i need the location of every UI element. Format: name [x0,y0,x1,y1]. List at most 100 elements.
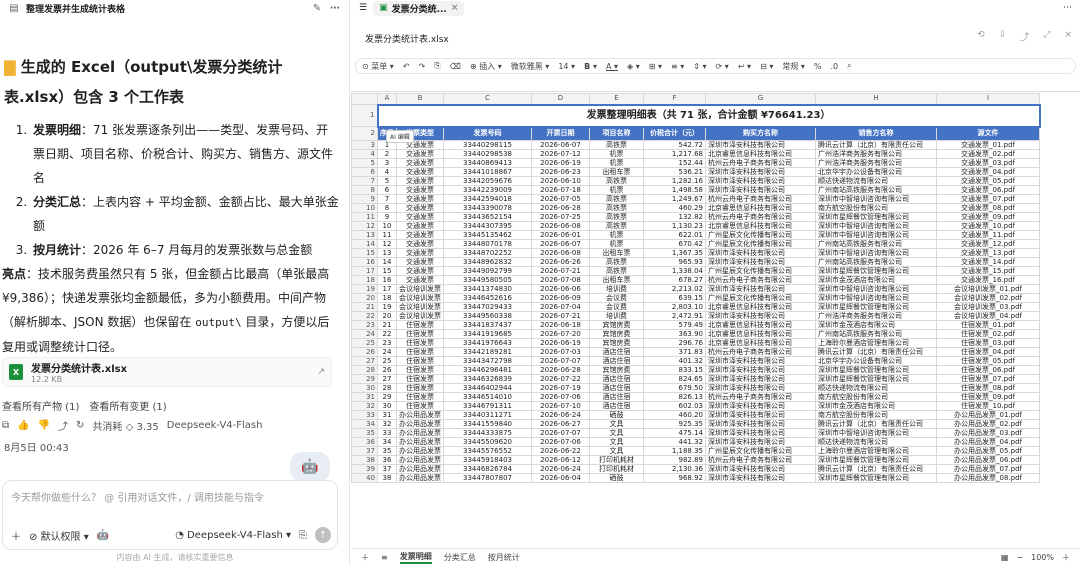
table-cell[interactable]: 深圳市泽安科技有限公司 [705,167,816,177]
table-cell[interactable]: 2026-07-19 [531,383,590,393]
row-header[interactable]: 18 [351,275,378,285]
row-header[interactable]: 29 [351,374,378,384]
table-cell[interactable]: 18 [377,293,397,303]
table-cell[interactable]: 高铁票 [589,266,644,276]
table-cell[interactable]: 机票 [589,230,644,240]
table-cell[interactable]: 371.83 [643,347,706,357]
table-cell[interactable]: 13 [377,248,397,258]
row-header[interactable]: 4 [351,149,378,159]
table-cell[interactable]: 542.72 [643,140,706,150]
table-cell[interactable]: 出租车票 [589,275,644,285]
table-cell[interactable]: 深圳市中智培训咨询有限公司 [815,194,937,204]
table-cell[interactable]: 33441976643 [443,338,532,348]
table-cell[interactable]: 办公用品发票 [396,446,444,456]
table-cell[interactable]: 2,213.02 [643,284,706,294]
view-icon[interactable]: ▦ [1001,553,1009,562]
row-header[interactable]: 3 [351,140,378,150]
merge-icon[interactable]: ⊟ ▾ [760,62,773,71]
table-cell[interactable]: 培训费 [589,311,644,321]
clear-format-icon[interactable]: ⌫ [450,62,461,71]
table-cell[interactable]: 交通发票 [396,158,444,168]
border-icon[interactable]: ⊞ ▾ [649,62,662,71]
row-header[interactable]: 23 [351,320,378,330]
table-cell[interactable]: 交通发票_10.pdf [936,221,1040,231]
table-cell[interactable]: 腾讯云计算（北京）有限责任公司 [815,464,937,474]
table-cell[interactable]: 579.49 [643,320,706,330]
table-cell[interactable]: 深圳市泽安科技有限公司 [705,464,816,474]
table-cell[interactable]: 33446826784 [443,464,532,474]
table-cell[interactable]: 1,130.23 [643,221,706,231]
chat-input-box[interactable]: 今天帮你做些什么？ @ 引用对话文件，/ 调用技能与指令 ＋ ⊘ 默认权限 ▾ … [2,480,338,550]
table-cell[interactable]: 2026-07-06 [531,437,590,447]
table-cell[interactable]: 交通发票_07.pdf [936,194,1040,204]
table-cell[interactable]: 会议培训发票 [396,284,444,294]
font-size-select[interactable]: 14 ▾ [558,62,575,71]
rotate-text-icon[interactable]: ⟳ ▾ [716,62,729,71]
table-cell[interactable]: 北京睿思信息科技有限公司 [705,320,816,330]
table-cell[interactable]: 2026-07-18 [531,185,590,195]
table-cell[interactable]: 12 [377,239,397,249]
table-cell[interactable]: 住宿发票_03.pdf [936,338,1040,348]
header-cell[interactable]: 源文件 [936,126,1040,141]
table-cell[interactable]: 2026-06-26 [531,257,590,267]
table-cell[interactable]: 深圳市星辉餐饮管理有限公司 [815,374,937,384]
table-cell[interactable]: 深圳市泽安科技有限公司 [705,284,816,294]
table-cell[interactable]: 1,338.04 [643,266,706,276]
table-cell[interactable]: 交通发票_02.pdf [936,149,1040,159]
share-icon[interactable]: ⤴ [58,418,68,433]
table-cell[interactable]: 机票 [589,239,644,249]
table-cell[interactable]: 2026-06-07 [531,140,590,150]
more-icon[interactable]: ⋯ [329,2,341,14]
table-cell[interactable]: 住宿发票 [396,392,444,402]
table-cell[interactable]: 办公用品发票 [396,428,444,438]
table-cell[interactable]: 33441919685 [443,329,532,339]
table-cell[interactable]: 深圳市中智培训咨询有限公司 [815,248,937,258]
row-header[interactable]: 17 [351,266,378,276]
table-cell[interactable]: 2,803.10 [643,302,706,312]
table-cell[interactable]: 南方航空股份有限公司 [815,203,937,213]
table-cell[interactable]: 33443652154 [443,212,532,222]
table-cell[interactable]: 深圳市泽安科技有限公司 [705,383,816,393]
table-cell[interactable]: 22 [377,329,397,339]
table-cell[interactable]: 深圳市星辉餐饮管理有限公司 [815,473,937,483]
table-cell[interactable]: 会议培训发票_02.pdf [936,293,1040,303]
row-header[interactable]: 34 [351,419,378,429]
table-cell[interactable]: 交通发票 [396,266,444,276]
row-header[interactable]: 16 [351,257,378,267]
table-cell[interactable]: 深圳市泽安科技有限公司 [705,356,816,366]
undo-icon[interactable]: ↶ [403,62,410,71]
table-cell[interactable]: 33445576552 [443,446,532,456]
edit-icon[interactable]: ✎ [311,2,323,14]
row-header[interactable]: 1 [351,104,378,127]
table-cell[interactable]: 出租车票 [589,167,644,177]
table-cell[interactable]: 住宿发票 [396,365,444,375]
table-cell[interactable]: 33444333875 [443,428,532,438]
table-cell[interactable]: 会议培训发票 [396,302,444,312]
table-cell[interactable]: 6 [377,185,397,195]
table-cell[interactable]: 33442059676 [443,176,532,186]
table-cell[interactable]: 会议培训发票_03.pdf [936,302,1040,312]
table-cell[interactable]: 交通发票_14.pdf [936,257,1040,267]
table-cell[interactable]: 交通发票_08.pdf [936,203,1040,213]
corner-cell[interactable] [351,93,378,105]
table-cell[interactable]: 北京睿思信息科技有限公司 [705,338,816,348]
table-cell[interactable]: 交通发票 [396,221,444,231]
chat-input-placeholder[interactable]: 今天帮你做些什么？ @ 引用对话文件，/ 调用技能与指令 [11,489,264,504]
table-cell[interactable]: 33446402944 [443,383,532,393]
table-cell[interactable]: 深圳市泽安科技有限公司 [705,176,816,186]
table-cell[interactable]: 交通发票 [396,167,444,177]
header-cell[interactable]: 发票号码 [443,126,532,141]
row-header[interactable]: 11 [351,212,378,222]
table-cell[interactable]: 33449580505 [443,275,532,285]
table-cell[interactable]: 33440298538 [443,149,532,159]
table-cell[interactable]: 2026-06-27 [531,419,590,429]
header-cell[interactable]: 价税合计（元） [643,126,706,141]
table-cell[interactable]: 住宿发票 [396,329,444,339]
table-cell[interactable]: 33446452616 [443,293,532,303]
close-tab-icon[interactable]: × [451,3,459,13]
table-cell[interactable]: 交通发票_13.pdf [936,248,1040,258]
table-cell[interactable]: 2026-06-10 [531,176,590,186]
table-cell[interactable]: 深圳市金茂酒店有限公司 [815,275,937,285]
table-cell[interactable]: 21 [377,320,397,330]
table-cell[interactable]: 广州南站高铁服务有限公司 [815,329,937,339]
